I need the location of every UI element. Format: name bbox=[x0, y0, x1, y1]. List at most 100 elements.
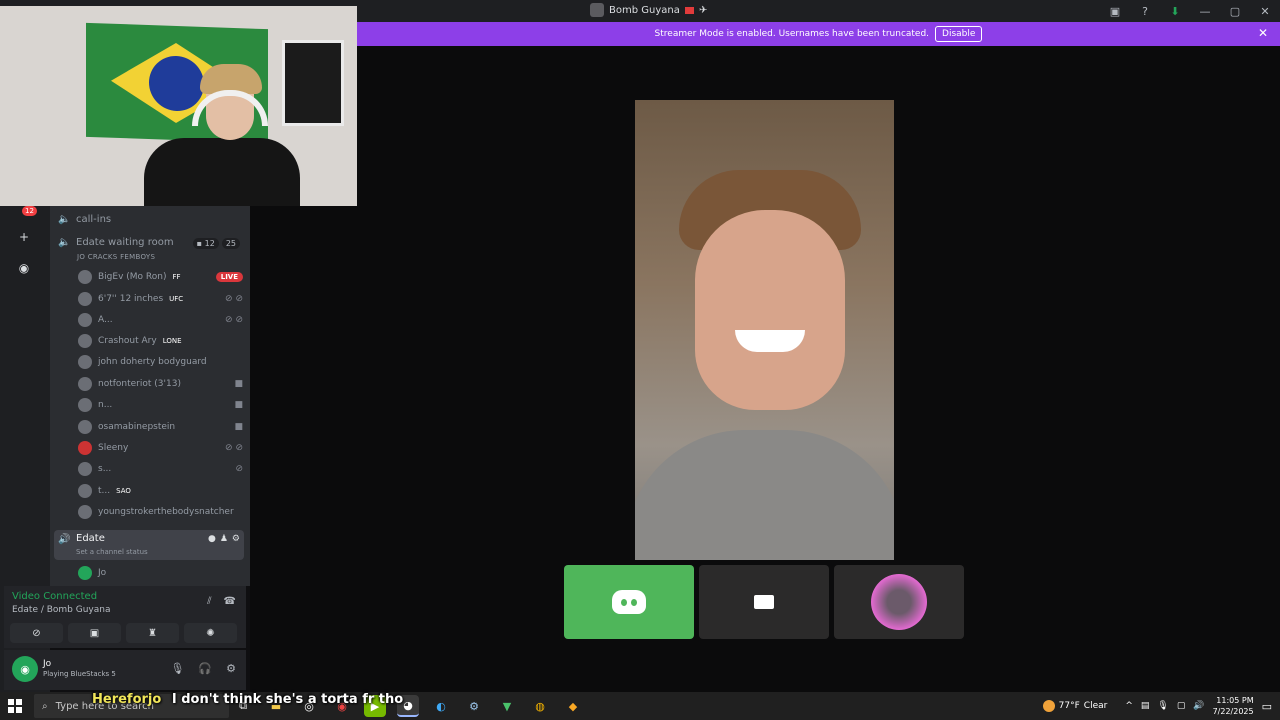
avatar bbox=[78, 354, 92, 369]
member-row[interactable]: A... ⊘ ⊘ bbox=[78, 309, 243, 330]
avatar bbox=[78, 504, 92, 519]
screen: Bomb Guyana ✈ ▣ ? ⬇ — ▢ ✕ Streamer Mode … bbox=[0, 0, 1280, 720]
maximize-icon[interactable]: ▢ bbox=[1220, 0, 1250, 22]
window-controls: ▣ ? ⬇ — ▢ ✕ bbox=[1100, 0, 1280, 22]
microphone-icon[interactable]: 🎙 bbox=[170, 662, 184, 675]
banner-text: Streamer Mode is enabled. Usernames have… bbox=[654, 29, 930, 39]
discover-icon[interactable]: ◉ bbox=[15, 259, 33, 277]
channel-name: call-ins bbox=[76, 214, 112, 225]
member-row[interactable]: Jo bbox=[78, 562, 243, 583]
voice-location: Edate / Bomb Guyana bbox=[12, 605, 111, 615]
voice-status[interactable]: Video Connected bbox=[12, 591, 97, 602]
add-server-icon[interactable]: + bbox=[15, 228, 33, 246]
member-row[interactable]: Crashout Ary LONE bbox=[78, 330, 243, 351]
download-icon[interactable]: ⬇ bbox=[1160, 0, 1190, 22]
muted-icon: ⊘ ⊘ bbox=[225, 442, 243, 453]
member-row[interactable]: n... ■ bbox=[78, 394, 243, 415]
participant-avatar bbox=[871, 574, 927, 630]
system-tray: 77°F Clear ^ ▤ 🎙 ▢ 🔊 11:05 PM 7/22/2025 … bbox=[1042, 692, 1280, 720]
avatar bbox=[78, 269, 92, 284]
participant-tile-camera[interactable] bbox=[699, 565, 829, 639]
volume-icon[interactable]: 🔊 bbox=[1193, 701, 1204, 711]
steam-icon[interactable]: ⚙ bbox=[463, 695, 485, 717]
camera-icon: ■ bbox=[234, 378, 243, 389]
user-name: Jo bbox=[43, 659, 52, 669]
network-icon[interactable]: ▤ bbox=[1141, 701, 1150, 711]
participant-tile-avatar[interactable] bbox=[834, 565, 964, 639]
discord-icon bbox=[612, 590, 646, 614]
camera-icon: ■ bbox=[234, 421, 243, 432]
flag-icon bbox=[684, 6, 694, 14]
microphone-icon[interactable]: 🎙 bbox=[1157, 701, 1168, 711]
chrome-icon[interactable]: ◍ bbox=[529, 695, 551, 717]
screen-share-button[interactable]: ▣ bbox=[68, 623, 121, 643]
gear-icon[interactable]: ⚙ bbox=[232, 534, 240, 544]
main-video-tile[interactable] bbox=[635, 100, 894, 560]
search-icon: ⌕ bbox=[42, 700, 48, 712]
chevron-up-icon[interactable]: ^ bbox=[1125, 701, 1133, 711]
flag-globe bbox=[149, 55, 204, 112]
edge-icon[interactable]: ◐ bbox=[430, 695, 452, 717]
disconnect-icon[interactable]: ☎ bbox=[224, 596, 236, 607]
avatar bbox=[78, 397, 92, 412]
participant-tile-discord[interactable] bbox=[564, 565, 694, 639]
video-shirt bbox=[635, 430, 894, 560]
member-row[interactable]: john doherty bodyguard bbox=[78, 351, 243, 372]
speaker-icon: 🔈 bbox=[58, 237, 71, 248]
channel-status: JO CRACKS FEMBOYS bbox=[77, 253, 156, 261]
notification-badge: 12 bbox=[22, 206, 37, 216]
member-row[interactable]: notfonteriot (3'13) ■ bbox=[78, 373, 243, 394]
minimize-icon[interactable]: — bbox=[1190, 0, 1220, 22]
avatar bbox=[78, 419, 92, 434]
invite-icon[interactable]: ♟ bbox=[220, 534, 228, 544]
member-row[interactable]: osamabinepstein ■ bbox=[78, 416, 243, 437]
member-count-badge: 25 bbox=[221, 238, 240, 249]
windows-start-icon[interactable] bbox=[8, 699, 22, 713]
disable-button[interactable]: Disable bbox=[935, 26, 983, 42]
channel-call-ins[interactable]: 🔈 call-ins bbox=[58, 214, 111, 225]
speaker-icon: 🔊 bbox=[58, 534, 71, 545]
close-icon[interactable]: ✕ bbox=[1250, 0, 1280, 22]
member-row[interactable]: s... ⊘ bbox=[78, 458, 243, 479]
weather-icon bbox=[1042, 700, 1055, 712]
headphones-icon[interactable]: 🎧 bbox=[198, 662, 212, 675]
user-activity: Playing BlueStacks 5 bbox=[43, 670, 116, 678]
soundboard-button[interactable]: ✺ bbox=[184, 623, 237, 643]
bluestacks-icon[interactable]: ◆ bbox=[562, 695, 584, 717]
wifi-icon[interactable]: ▢ bbox=[1177, 701, 1186, 711]
user-panel: ◉ Jo Playing BlueStacks 5 🎙 🎧 ⚙ bbox=[4, 650, 246, 690]
member-row[interactable]: Sleeny ⊘ ⊘ bbox=[78, 437, 243, 458]
help-icon[interactable]: ? bbox=[1130, 0, 1160, 22]
camera-toggle-button[interactable]: ⊘ bbox=[10, 623, 63, 643]
activity-button[interactable]: ♜ bbox=[126, 623, 179, 643]
avatar bbox=[78, 461, 92, 476]
notifications-icon[interactable]: ▭ bbox=[1262, 700, 1272, 713]
set-channel-status-link[interactable]: Set a channel status bbox=[76, 548, 148, 556]
window-title-text: Bomb Guyana bbox=[609, 4, 680, 16]
noise-suppression-icon[interactable]: ⫽ bbox=[207, 596, 211, 607]
member-row[interactable]: youngstrokerthebodysnatcher bbox=[78, 501, 243, 522]
member-row[interactable]: 6'7'' 12 inches UFC ⊘ ⊘ bbox=[78, 288, 243, 309]
wall-poster bbox=[282, 40, 344, 126]
banner-close-icon[interactable]: ✕ bbox=[1258, 26, 1268, 40]
muted-icon: ⊘ ⊘ bbox=[225, 293, 243, 304]
camera-icon: ■ bbox=[234, 399, 243, 410]
chat-caption: Hereforjo I don't think she's a torta fr… bbox=[92, 692, 403, 707]
user-avatar[interactable]: ◉ bbox=[12, 656, 38, 682]
member-row[interactable]: BigEv (Mo Ron) FF LIVE bbox=[78, 266, 243, 287]
streamer-body bbox=[144, 138, 300, 206]
channel-edate[interactable]: 🔊 Edate Set a channel status ● ♟ ⚙ bbox=[54, 530, 244, 560]
screen-share-icon[interactable]: ▣ bbox=[1100, 0, 1130, 22]
gear-icon[interactable]: ⚙ bbox=[226, 662, 236, 675]
avatar bbox=[78, 376, 92, 391]
clock[interactable]: 11:05 PM 7/22/2025 bbox=[1213, 695, 1254, 717]
avatar bbox=[78, 565, 92, 580]
video-smile bbox=[735, 330, 805, 352]
channel-edate-waiting-room[interactable]: 🔈 Edate waiting room bbox=[58, 237, 174, 248]
avatar bbox=[78, 312, 92, 327]
chat-icon[interactable]: ● bbox=[208, 534, 216, 544]
caption-speaker: Hereforjo bbox=[92, 692, 162, 707]
member-row[interactable]: t... SAO bbox=[78, 480, 243, 501]
weather-widget[interactable]: 77°F Clear bbox=[1042, 700, 1107, 712]
app-icon[interactable]: ▼ bbox=[496, 695, 518, 717]
